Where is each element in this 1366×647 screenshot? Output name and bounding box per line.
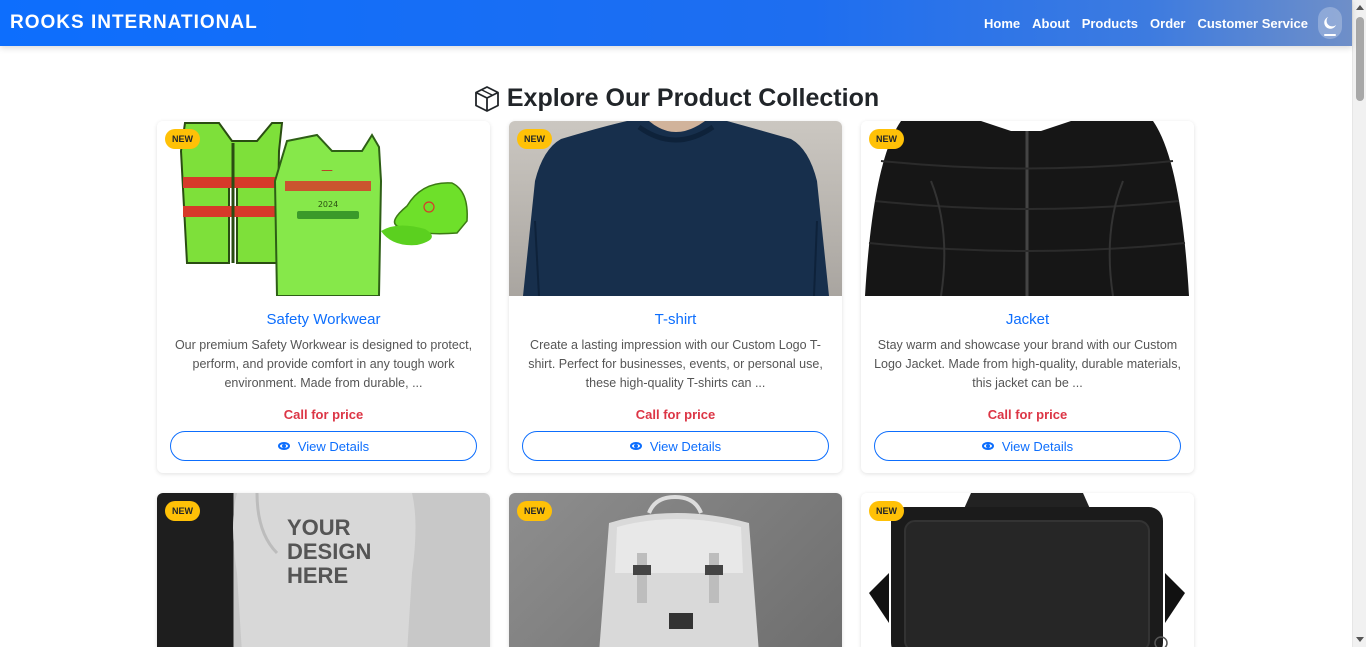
theme-toggle-button[interactable] [1318,7,1342,39]
brand-logo[interactable]: ROOKS INTERNATIONAL [10,12,258,34]
product-card: ــــ 2024 NEW Safety Workwear Our premiu… [157,121,490,473]
product-description: Create a lasting impression with our Cus… [528,338,823,390]
view-details-button[interactable]: View Details [522,431,829,461]
section-header: Explore Our Product Collection [0,84,1352,113]
nav-links: Home About Products Order Customer Servi… [978,7,1342,39]
eye-icon [629,442,642,450]
product-description: Our premium Safety Workwear is designed … [174,338,473,390]
nav-products[interactable]: Products [1076,16,1144,31]
product-image[interactable]: ــــ 2024 NEW [157,121,490,296]
page-title: Explore Our Product Collection [506,84,880,112]
eye-icon [981,442,994,450]
view-details-label: View Details [1001,438,1074,454]
product-image[interactable]: NEW [861,493,1194,647]
product-image[interactable]: NEW [509,493,842,647]
view-details-label: View Details [649,438,722,454]
view-details-button[interactable]: View Details [170,431,477,461]
scroll-down-arrow-icon[interactable] [1356,637,1364,642]
new-badge: NEW [165,501,200,521]
svg-text:ــــ: ــــ [321,164,333,174]
product-description: Stay warm and showcase your brand with o… [874,338,1181,390]
moon-icon [1324,16,1337,29]
product-card: NEW [509,493,842,647]
product-card: NEW T-shirt Create a lasting impression … [509,121,842,473]
product-card: NEW [861,493,1194,647]
product-card: NEW Jacket Stay warm and showcase your b… [861,121,1194,473]
new-badge: NEW [869,129,904,149]
product-name[interactable]: Jacket [861,311,1194,328]
view-details-label: View Details [297,438,370,454]
new-badge: NEW [517,129,552,149]
eye-icon [277,442,290,450]
hoodie-text-2: DESIGN [287,539,371,564]
product-image[interactable]: NEW [509,121,842,296]
new-badge: NEW [165,129,200,149]
new-badge: NEW [869,501,904,521]
navbar: ROOKS INTERNATIONAL Home About Products … [0,0,1352,46]
product-card: YOUR DESIGN HERE NEW [157,493,490,647]
vest-year-text: 2024 [318,200,338,209]
nav-home[interactable]: Home [978,16,1026,31]
product-price: Call for price [987,407,1068,422]
hoodie-text-3: HERE [287,563,348,588]
product-price: Call for price [283,407,364,422]
nav-order[interactable]: Order [1144,16,1191,31]
hoodie-text-1: YOUR [287,515,351,540]
scroll-up-arrow-icon[interactable] [1356,5,1364,10]
scroll-thumb[interactable] [1356,17,1364,101]
page-scrollbar[interactable] [1352,0,1366,647]
new-badge: NEW [517,501,552,521]
product-name[interactable]: Safety Workwear [157,311,490,328]
nav-customer-service[interactable]: Customer Service [1191,16,1314,31]
box-icon [474,85,499,112]
product-price: Call for price [635,407,716,422]
product-name[interactable]: T-shirt [509,311,842,328]
nav-about[interactable]: About [1026,16,1076,31]
product-image[interactable]: NEW [861,121,1194,296]
product-image[interactable]: YOUR DESIGN HERE NEW [157,493,490,647]
view-details-button[interactable]: View Details [874,431,1181,461]
